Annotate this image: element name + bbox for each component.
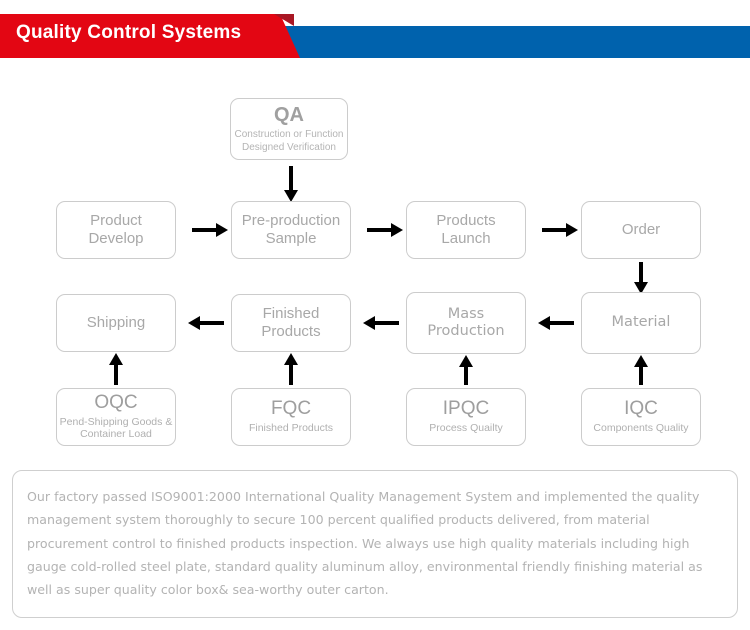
flow-node-shipping: Shipping <box>56 294 176 352</box>
header-banner: Quality Control Systems <box>0 0 750 70</box>
arrow-left-material-to-mass <box>538 315 574 331</box>
flow-node-finished-products: Finished Products <box>231 294 351 352</box>
flow-node-label-line2: Develop <box>88 230 144 247</box>
flow-node-preproduction-sample: Pre-production Sample <box>231 201 351 259</box>
qc-desc-line1: Components Quality <box>593 422 689 435</box>
qc-desc-line1: Pend-Shipping Goods & <box>59 415 173 428</box>
qc-desc-line2: Container Load <box>80 428 152 441</box>
company-description-panel: Our factory passed ISO9001:2000 Internat… <box>12 470 738 618</box>
qc-desc-line1: Process Quailty <box>429 422 503 435</box>
qc-code-label: IQC <box>624 398 658 420</box>
arrow-down-order-to-material <box>633 262 649 294</box>
flow-node-iqc: IQC Components Quality <box>581 388 701 446</box>
arrow-up-oqc-to-shipping <box>108 353 124 385</box>
company-description-text: Our factory passed ISO9001:2000 Internat… <box>27 489 703 598</box>
qa-desc-line2: Designed Verification <box>242 141 336 153</box>
flow-node-label-line1: Mass <box>447 305 485 322</box>
flow-node-products-launch: Products Launch <box>406 201 526 259</box>
flow-node-label-line2: Launch <box>441 230 491 247</box>
qa-code-label: QA <box>274 104 304 126</box>
flow-node-label-line1: Material <box>611 314 671 331</box>
flow-node-label-line1: Products <box>436 212 496 230</box>
qa-desc-line1: Construction or Function <box>234 129 344 140</box>
arrow-right-preproduction-to-launch <box>367 222 403 238</box>
quality-control-flowchart: QA Construction or Function Designed Ver… <box>0 70 750 460</box>
flow-node-fqc: FQC Finished Products <box>231 388 351 446</box>
arrow-up-iqc-to-material <box>633 355 649 385</box>
qc-desc-line1: Finished Products <box>248 422 334 435</box>
arrow-right-launch-to-order <box>542 222 578 238</box>
flow-node-label-line1: Product <box>90 212 142 230</box>
flow-node-material: Material <box>581 292 701 354</box>
flow-node-ipqc: IPQC Process Quailty <box>406 388 526 446</box>
arrow-up-fqc-to-finished <box>283 353 299 385</box>
flow-node-label-line2: Production <box>427 323 505 339</box>
arrow-up-ipqc-to-mass <box>458 355 474 385</box>
flow-node-label-line1: Shipping <box>86 314 146 332</box>
arrow-down-qa-to-preproduction <box>283 166 299 202</box>
flow-node-mass-production: Mass Production <box>406 292 526 354</box>
flow-node-label-line1: Order <box>621 221 661 239</box>
qc-code-label: IPQC <box>442 398 490 420</box>
page-title: Quality Control Systems <box>16 22 242 43</box>
qc-code-label: OQC <box>94 391 138 413</box>
flow-node-order: Order <box>581 201 701 259</box>
flow-node-qa: QA Construction or Function Designed Ver… <box>230 98 348 160</box>
arrow-left-mass-to-finished <box>363 315 399 331</box>
flow-node-oqc: OQC Pend-Shipping Goods & Container Load <box>56 388 176 446</box>
arrow-right-product-to-preproduction <box>192 222 228 238</box>
flow-node-label-line1: Finished <box>262 305 320 323</box>
arrow-left-finished-to-shipping <box>188 315 224 331</box>
qc-code-label: FQC <box>270 398 312 420</box>
flow-node-label-line2: Sample <box>265 230 317 247</box>
flow-node-label-line2: Products <box>261 323 321 340</box>
flow-node-label-line1: Pre-production <box>241 212 341 230</box>
flow-node-product-develop: Product Develop <box>56 201 176 259</box>
